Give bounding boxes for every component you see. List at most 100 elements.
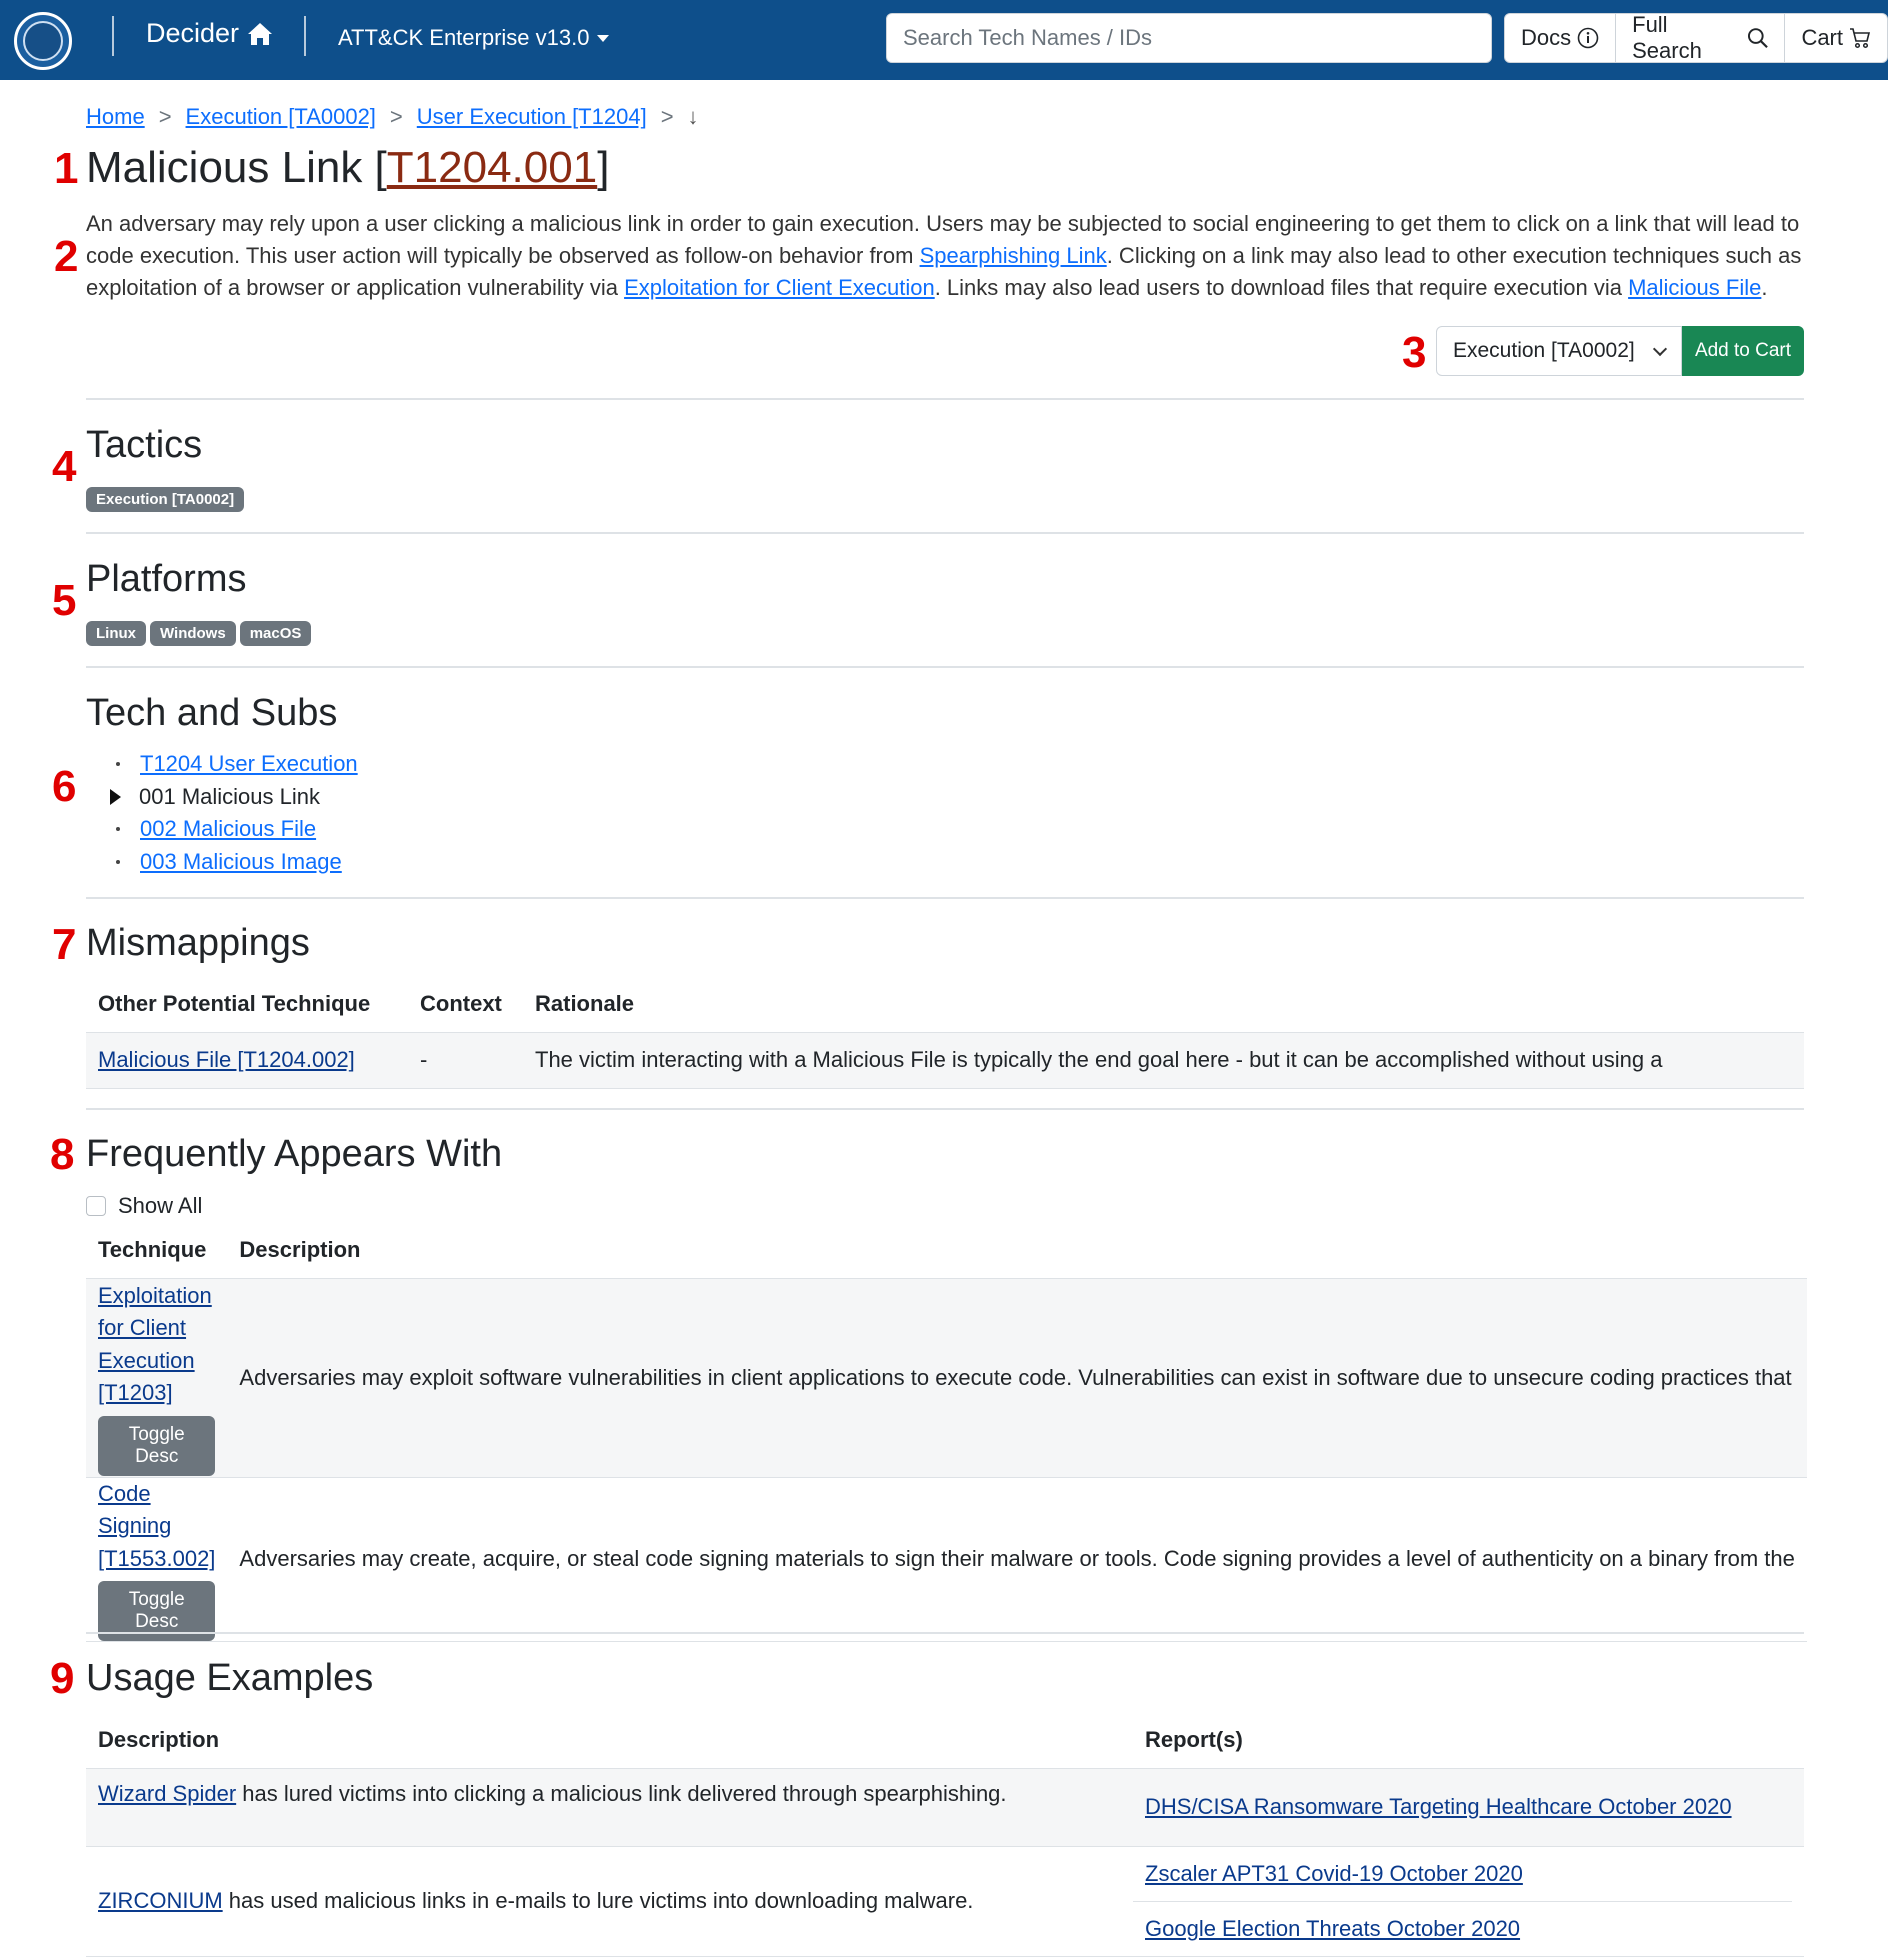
table-header-row: Other Potential Technique Context Ration… xyxy=(86,976,1804,1032)
spearphishing-link[interactable]: Spearphishing Link xyxy=(920,243,1107,268)
breadcrumb-down-arrow[interactable]: ↓ xyxy=(688,104,699,130)
breadcrumb-home[interactable]: Home xyxy=(86,104,145,130)
frequent-table: Technique Description Exploitation for C… xyxy=(86,1222,1807,1642)
breadcrumb-tactic[interactable]: Execution [TA0002] xyxy=(186,104,376,130)
search-input[interactable] xyxy=(886,13,1492,63)
platform-badge: Linux xyxy=(86,621,146,646)
breadcrumb: Home > Execution [TA0002] > User Executi… xyxy=(86,104,699,130)
column-header: Report(s) xyxy=(1145,1726,1243,1752)
column-header: Rationale xyxy=(535,990,635,1016)
tactic-select-value: Execution [TA0002] xyxy=(1453,339,1635,362)
show-all-checkbox[interactable] xyxy=(86,1196,106,1216)
full-search-button[interactable]: Full Search xyxy=(1616,13,1786,63)
list-item: 003 Malicious Image xyxy=(110,846,358,879)
divider xyxy=(86,897,1804,899)
cart-label: Cart xyxy=(1801,25,1843,50)
column-header: Technique xyxy=(98,1236,207,1262)
nav-divider xyxy=(112,16,114,56)
column-header: Description xyxy=(239,1236,361,1262)
chevron-down-icon xyxy=(1652,341,1668,356)
tech-subs-list: T1204 User Execution 001 Malicious Link … xyxy=(110,748,358,878)
top-navbar: Decider ATT&CK Enterprise v13.0 Docs Ful… xyxy=(0,0,1888,80)
marker-3: 3 xyxy=(1402,328,1427,377)
marker-6: 6 xyxy=(52,762,77,811)
mismap-technique-link[interactable]: Malicious File [T1204.002] xyxy=(98,1047,355,1072)
column-header: Description xyxy=(98,1726,220,1752)
cisa-logo[interactable] xyxy=(14,12,72,70)
divider xyxy=(86,666,1804,668)
caret-down-icon xyxy=(597,34,610,42)
bullet-icon xyxy=(116,762,120,767)
show-all-toggle[interactable]: Show All xyxy=(86,1193,202,1219)
full-search-label: Full Search xyxy=(1632,13,1702,63)
frequent-heading: Frequently Appears With xyxy=(86,1133,503,1175)
table-header-row: Technique Description xyxy=(86,1222,1807,1278)
table-header-row: Description Report(s) xyxy=(86,1712,1804,1768)
subtechnique-link[interactable]: 002 Malicious File xyxy=(140,816,316,842)
mismappings-heading: Mismappings xyxy=(86,922,310,964)
table-row: Malicious File [T1204.002] - The victim … xyxy=(86,1031,1804,1089)
nav-divider xyxy=(304,16,306,56)
divider xyxy=(86,532,1804,534)
tactic-badge: Execution [TA0002] xyxy=(86,487,245,512)
list-item: T1204 User Execution xyxy=(110,748,358,781)
info-icon xyxy=(1577,27,1599,49)
home-icon xyxy=(248,22,273,45)
breadcrumb-technique[interactable]: User Execution [T1204] xyxy=(417,104,647,130)
marker-8: 8 xyxy=(50,1130,75,1179)
brand-label: Decider xyxy=(146,18,240,48)
usage-table: Description Report(s) Wizard Spider has … xyxy=(86,1712,1804,1957)
platform-badge: macOS xyxy=(239,621,312,646)
technique-link[interactable]: Code Signing [T1553.002] xyxy=(98,1481,215,1571)
docs-button[interactable]: Docs xyxy=(1505,14,1617,62)
column-header: Other Potential Technique xyxy=(98,990,371,1016)
nav-button-group: Docs Full Search Cart xyxy=(1504,13,1888,63)
show-all-label: Show All xyxy=(118,1193,203,1218)
usage-heading: Usage Examples xyxy=(86,1657,374,1699)
current-marker-icon xyxy=(110,788,121,805)
table-row: Exploitation for Client Execution [T1203… xyxy=(86,1277,1807,1477)
technique-link[interactable]: T1204 User Execution xyxy=(140,751,358,777)
exploitation-link[interactable]: Exploitation for Client Execution xyxy=(624,275,935,300)
report-link[interactable]: Zscaler APT31 Covid-19 October 2020 xyxy=(1145,1861,1523,1887)
platform-badge: Windows xyxy=(150,621,236,646)
seal-icon xyxy=(23,21,63,61)
report-cell: Google Election Threats October 2020 xyxy=(1133,1901,1792,1955)
actor-link[interactable]: ZIRCONIUM xyxy=(98,1888,223,1913)
report-link[interactable]: Google Election Threats October 2020 xyxy=(1145,1916,1520,1942)
matrix-version-dropdown[interactable]: ATT&CK Enterprise v13.0 xyxy=(338,25,610,51)
list-item: 002 Malicious File xyxy=(110,813,358,846)
table-row: Wizard Spider has lured victims into cli… xyxy=(86,1767,1804,1846)
matrix-version-label: ATT&CK Enterprise v13.0 xyxy=(338,25,590,50)
page-title: Malicious Link [T1204.001] xyxy=(86,143,609,193)
technique-description: An adversary may rely upon a user clicki… xyxy=(86,208,1806,304)
toggle-desc-button[interactable]: Toggle Desc xyxy=(98,1415,216,1476)
usage-text: has used malicious links in e-mails to l… xyxy=(222,1888,974,1913)
technique-link[interactable]: Exploitation for Client Execution [T1203… xyxy=(98,1283,212,1406)
subtechnique-link[interactable]: 003 Malicious Image xyxy=(140,849,342,875)
tactic-select[interactable]: Execution [TA0002] xyxy=(1436,326,1682,376)
marker-4: 4 xyxy=(52,442,77,491)
title-text: Malicious Link [ xyxy=(86,143,387,192)
actor-link[interactable]: Wizard Spider xyxy=(98,1781,236,1806)
divider xyxy=(86,1108,1804,1110)
brand-home-link[interactable]: Decider xyxy=(146,18,273,49)
technique-id-link[interactable]: T1204.001 xyxy=(387,143,597,192)
platform-badges: Linux Windows macOS xyxy=(86,618,315,646)
tech-subs-heading: Tech and Subs xyxy=(86,692,338,734)
list-item: 001 Malicious Link xyxy=(110,781,358,814)
search-icon xyxy=(1747,28,1768,49)
marker-1: 1 xyxy=(54,144,79,193)
breadcrumb-separator: > xyxy=(389,104,403,129)
report-link[interactable]: DHS/CISA Ransomware Targeting Healthcare… xyxy=(1145,1794,1732,1819)
technique-description: Adversaries may exploit software vulnera… xyxy=(239,1364,1792,1390)
marker-7: 7 xyxy=(52,920,77,969)
add-to-cart-button[interactable]: Add to Cart xyxy=(1682,326,1804,376)
malicious-file-link[interactable]: Malicious File xyxy=(1628,275,1761,300)
bullet-icon xyxy=(116,859,120,864)
desc-text: . Links may also lead users to download … xyxy=(934,275,1629,300)
current-subtechnique: 001 Malicious Link xyxy=(139,783,320,809)
technique-description: Adversaries may create, acquire, or stea… xyxy=(239,1546,1795,1572)
cart-icon xyxy=(1850,28,1871,49)
cart-button[interactable]: Cart xyxy=(1785,14,1887,62)
